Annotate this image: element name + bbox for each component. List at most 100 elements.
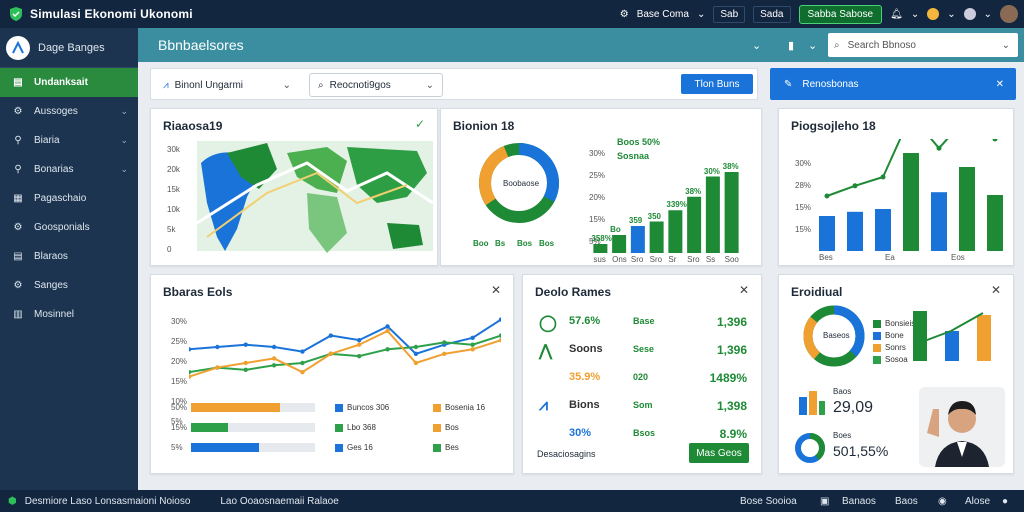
- legend-label: Bosenia 16: [445, 403, 486, 412]
- series-point: [271, 356, 277, 361]
- app-logo-icon: [6, 35, 30, 60]
- card-title: Bionion 18: [453, 119, 515, 133]
- shield-logo-icon: ⬢: [8, 495, 17, 507]
- stats-button[interactable]: Mas Geos: [689, 443, 749, 463]
- stat-value: 8.9%: [719, 427, 747, 441]
- map-card: Riaaosa19 ✓ 30k 20k 15k 10k 5k 0: [150, 108, 438, 266]
- progress-fill: [191, 443, 260, 452]
- card-title: Bbaras Eols: [163, 285, 233, 299]
- check-icon[interactable]: ✓: [415, 117, 425, 131]
- eye-icon[interactable]: ◉: [938, 496, 947, 507]
- series-point: [189, 369, 192, 375]
- series-point: [243, 342, 248, 347]
- chevron-down-icon[interactable]: ⌄: [984, 9, 992, 20]
- stat-value: 1489%: [709, 371, 747, 385]
- gear-icon[interactable]: ⚙: [620, 9, 629, 20]
- bar-label: Bo: [610, 225, 621, 234]
- topbar-item-0[interactable]: Base Coma: [637, 9, 689, 20]
- sidebar-item-6[interactable]: ▤ Blaraos: [0, 242, 138, 271]
- x-tick-label: Bos: [517, 239, 533, 248]
- chart-label: Sosnaa: [617, 151, 650, 161]
- close-icon[interactable]: ✕: [991, 283, 1001, 297]
- legend-item: Bone: [873, 331, 904, 340]
- sidebar-item-1[interactable]: ⚙ Aussoges ⌄: [0, 97, 138, 126]
- user-icon[interactable]: ●: [1002, 496, 1008, 507]
- sidebar-item-2[interactable]: ⚲ Biaria ⌄: [0, 126, 138, 155]
- series-point: [215, 365, 220, 370]
- topbar-item-1[interactable]: Sab: [713, 5, 746, 23]
- filter-apply-button[interactable]: Tlon Buns: [681, 74, 753, 94]
- close-icon[interactable]: ✕: [996, 79, 1004, 90]
- progress-track: [191, 423, 315, 432]
- stat-percent: 30%: [569, 427, 592, 439]
- donut-label: Baseos: [823, 331, 850, 340]
- y-tick-label: 30%: [171, 317, 188, 326]
- bell-icon[interactable]: 🔔︎: [890, 9, 903, 20]
- stat-icon: ⋀: [539, 343, 553, 360]
- footer-link[interactable]: Banaos: [842, 496, 876, 507]
- sidebar-item-5[interactable]: ⚙ Goosponials: [0, 213, 138, 242]
- filter-select-1[interactable]: ⩘ Binonl Ungarmi ⌄: [155, 73, 299, 97]
- series-point: [300, 369, 305, 375]
- sidebar-item-0[interactable]: ▤ Undanksait: [0, 68, 138, 97]
- legend-swatch: [433, 443, 441, 452]
- topbar-action-button[interactable]: Sabba Sabose: [798, 4, 883, 24]
- chat-icon[interactable]: ▣: [820, 496, 829, 507]
- trend-point: [852, 183, 858, 189]
- y-tick-label: 15%: [795, 225, 812, 234]
- bar: [724, 172, 739, 253]
- close-icon[interactable]: ✕: [739, 283, 749, 297]
- chevron-down-icon[interactable]: ⌄: [947, 9, 955, 20]
- y-tick-label: 0: [167, 245, 172, 254]
- sidebar-item-7[interactable]: ⚙ Sanges: [0, 271, 138, 300]
- search-icon: ⌕: [834, 39, 840, 51]
- legend-label: Sonrs: [885, 343, 906, 352]
- sidebar-item-4[interactable]: ▦ Pagaschaio: [0, 184, 138, 213]
- chevron-down-icon[interactable]: ⌄: [808, 39, 817, 52]
- series-point: [300, 360, 305, 366]
- world-map: [197, 141, 433, 253]
- sidebar-header: Dage Banges: [0, 28, 138, 68]
- donut-bar-card: Bionion 18 Boobaose Boos 50% Sosnaa 30% 2…: [440, 108, 762, 266]
- card-title: Piogsojleho 18: [791, 119, 876, 133]
- series-point: [215, 344, 220, 350]
- bookmark-icon[interactable]: ▮: [788, 39, 794, 52]
- progress-fill: [191, 403, 281, 412]
- user-icon[interactable]: [963, 8, 976, 20]
- list-icon: ▤: [13, 251, 23, 262]
- topbar-item-2[interactable]: Sada: [753, 5, 791, 23]
- stat-label: Baos: [833, 387, 852, 396]
- chevron-down-icon[interactable]: ⌄: [911, 9, 919, 20]
- chevron-down-icon[interactable]: ⌄: [1002, 40, 1010, 51]
- close-icon[interactable]: ✕: [491, 283, 501, 297]
- chevron-down-icon: ⌄: [425, 79, 434, 91]
- footer-link[interactable]: Bose Sooioa: [740, 496, 797, 507]
- stat-mid: Sese: [633, 344, 655, 354]
- stat-mid: Base: [633, 316, 655, 326]
- bar-label: 359: [628, 216, 643, 225]
- bar: [959, 167, 975, 251]
- footer-link[interactable]: Baos: [895, 496, 918, 507]
- chart-icon: ⩘: [163, 79, 169, 91]
- sidebar-item-3[interactable]: ⚲ Bonarias ⌄: [0, 155, 138, 184]
- banner-button[interactable]: ✎ Renosbonas ✕: [770, 68, 1016, 100]
- bar-label: 358%: [591, 234, 612, 243]
- card-title: Eroidiual: [791, 285, 843, 299]
- status-icon[interactable]: [927, 8, 940, 20]
- avatar[interactable]: [1000, 5, 1018, 23]
- x-tick-label: Bos: [539, 239, 555, 248]
- stats-footer-label: Desaciosagins: [537, 449, 596, 459]
- footer-link[interactable]: Alose: [965, 496, 990, 507]
- right-card: Eroidiual ✕ Baseos Bonsieis Bone Sonrs Soso…: [778, 274, 1014, 474]
- series-point: [470, 342, 475, 347]
- legend-swatch: [873, 343, 881, 352]
- filter-select-2[interactable]: ⌕ Reocnoti9gos ⌄: [309, 73, 443, 97]
- bar: [987, 195, 1003, 251]
- chevron-down-icon: ⌄: [120, 106, 128, 116]
- chevron-down-icon[interactable]: ⌄: [752, 39, 761, 52]
- chevron-down-icon[interactable]: ⌄: [697, 9, 705, 20]
- search-input[interactable]: ⌕ Search Bbnoso ⌄: [828, 33, 1018, 57]
- stat-value: 1,396: [716, 343, 747, 357]
- sidebar-item-8[interactable]: ▥ Mosinnel: [0, 300, 138, 329]
- series-line: [189, 334, 501, 374]
